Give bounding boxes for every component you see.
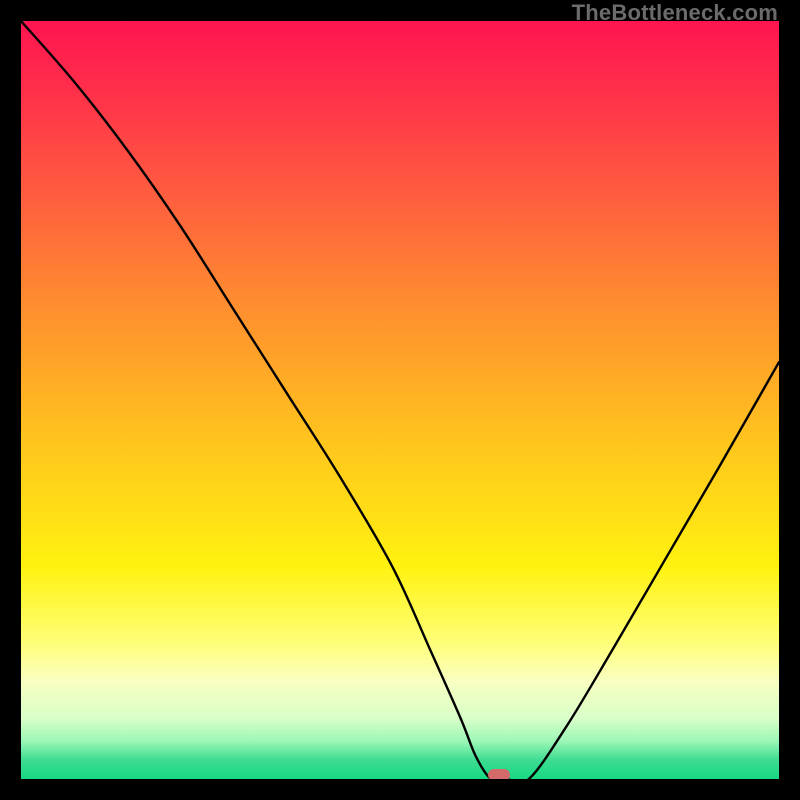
plot-area [21, 21, 779, 779]
optimal-point-marker [488, 769, 510, 779]
bottleneck-curve [21, 21, 779, 779]
watermark-text: TheBottleneck.com [572, 0, 778, 26]
chart-frame: TheBottleneck.com [0, 0, 800, 800]
